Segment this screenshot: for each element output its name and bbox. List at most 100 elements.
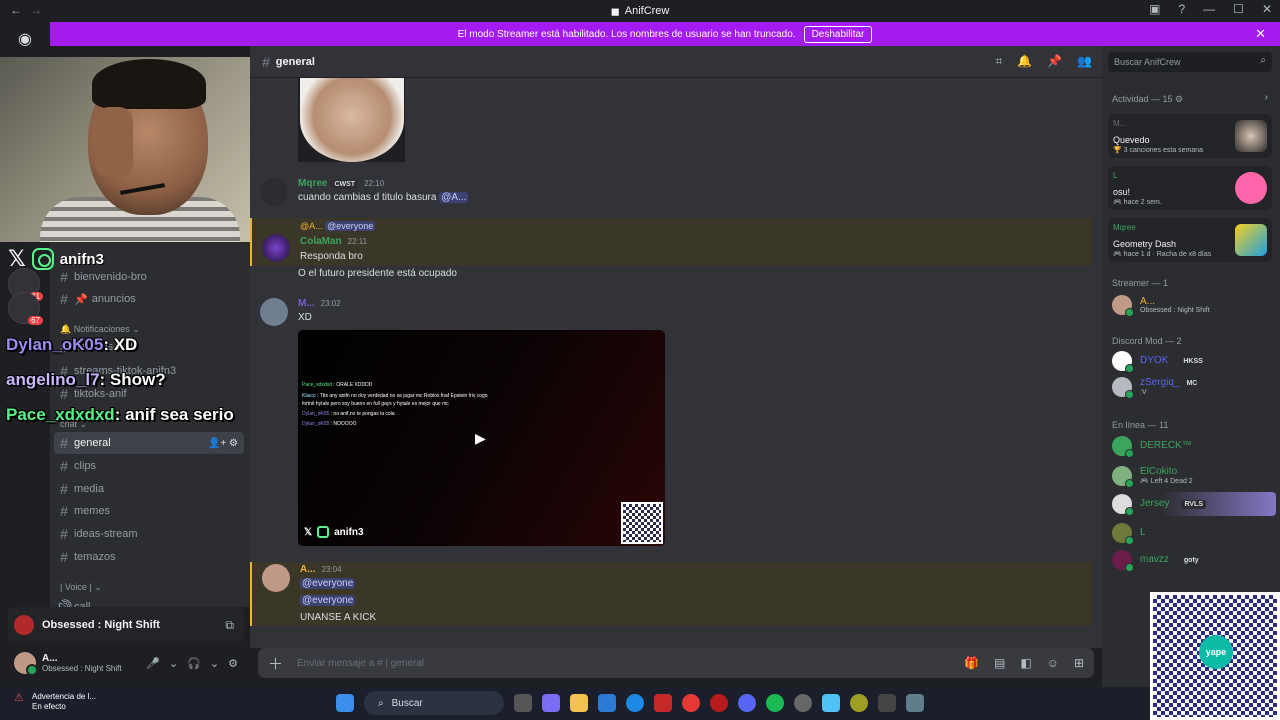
member-item[interactable]: mavzz goty [1112, 548, 1276, 572]
warning-widget[interactable]: Advertencia de l...En efecto [14, 692, 96, 712]
member-item[interactable]: zSergiq_ MC:V [1112, 375, 1276, 399]
activity-panel[interactable]: Obsessed : Night Shift ⧉ [8, 607, 244, 643]
qr-code: yape [1150, 592, 1280, 720]
window-title: ◼ AnifCrew [610, 5, 670, 18]
channel-temazos[interactable]: # temazos [54, 546, 244, 568]
folder-icon[interactable] [570, 694, 588, 712]
taskbar-search[interactable]: ⌕ Buscar [364, 691, 504, 715]
message-author[interactable]: A... 23:04 [300, 564, 342, 575]
chevron-down-icon[interactable]: ⌄ [210, 657, 219, 670]
apps-icon[interactable]: ⊞ [1074, 656, 1084, 670]
server-icon[interactable]: 67 [8, 292, 43, 325]
avatar[interactable] [262, 234, 290, 262]
section-header: En línea — 11 [1112, 420, 1169, 430]
message-text: cuando cambias d titulo basura @A... [298, 192, 469, 203]
message-composer: ＋ Enviar mensaje a # | general 🎁 ▤ ◧ ☺ ⊞ [258, 648, 1094, 678]
message-text: UNANSE A KICK [300, 612, 377, 623]
back-arrow-icon[interactable]: ← [10, 3, 22, 17]
gear-icon[interactable]: ⚙ [228, 657, 238, 670]
play-icon[interactable]: ▶ [475, 430, 486, 447]
forward-arrow-icon[interactable]: → [30, 3, 42, 17]
message-input[interactable]: Enviar mensaje a # | general [297, 658, 424, 669]
avatar[interactable] [14, 652, 38, 676]
chrome-icon[interactable] [682, 694, 700, 712]
discord-home-icon[interactable]: ◉ [9, 26, 41, 54]
hash-icon: # [60, 458, 68, 474]
app-icon[interactable] [878, 694, 896, 712]
channel-general[interactable]: # general 👤+ ⚙ [54, 432, 244, 454]
activity-header[interactable]: Actividad — 15 ⚙ [1112, 94, 1183, 105]
add-attachment-button[interactable]: ＋ [268, 653, 283, 674]
chevron-right-icon[interactable]: › [1265, 92, 1268, 103]
category-voice[interactable]: | Voice | ⌄ [60, 582, 102, 593]
headphones-icon[interactable]: 🎧 [187, 657, 201, 670]
member-item[interactable]: L [1112, 521, 1276, 545]
edge-icon[interactable] [626, 694, 644, 712]
app-icon[interactable] [850, 694, 868, 712]
store-icon[interactable] [598, 694, 616, 712]
geometry-dash-icon [1235, 224, 1267, 256]
activity-card[interactable]: M... Quevedo 🏆 3 canciones esta semana [1108, 114, 1272, 158]
reply-preview[interactable]: @A... @everyone [300, 221, 376, 231]
notepad-icon[interactable] [822, 694, 840, 712]
inbox-icon[interactable]: ▣ [1149, 2, 1160, 16]
avatar[interactable] [260, 298, 288, 326]
member-item[interactable]: A... Obsessed : Night Shift [1112, 293, 1276, 317]
member-item[interactable]: DYOK HKSS [1112, 349, 1276, 373]
maximize-button[interactable]: ☐ [1233, 2, 1244, 16]
channel-ideas-stream[interactable]: # ideas-stream [54, 523, 244, 545]
member-item[interactable]: ElCokito 🎮 Left 4 Dead 2 [1112, 464, 1276, 488]
gif-icon[interactable]: ▤ [994, 656, 1005, 670]
video-chat-line: Kiiaco : Ttts any anifn no doy verdedad … [302, 393, 488, 399]
windows-start-icon[interactable] [336, 694, 354, 712]
gift-icon[interactable]: 🎁 [964, 656, 979, 670]
emoji-icon[interactable]: ☺ [1047, 656, 1059, 670]
category-notificaciones[interactable]: 🔔 Notificaciones ⌄ [60, 324, 140, 335]
channel-call[interactable]: 🔊 call [54, 596, 244, 608]
task-view-icon[interactable] [514, 694, 532, 712]
spotify-icon[interactable] [766, 694, 784, 712]
help-icon[interactable]: ? [1178, 2, 1185, 16]
search-input[interactable]: Buscar AnifCrew ⌕ [1108, 52, 1272, 72]
section-header: Discord Mod — 2 [1112, 336, 1182, 346]
avatar [1112, 466, 1134, 488]
avatar [1112, 436, 1134, 458]
microphone-icon[interactable]: 🎤 [146, 657, 160, 670]
pin-icon[interactable]: 📌 [1047, 54, 1062, 69]
copilot-icon[interactable] [542, 694, 560, 712]
message-text: @everyone [300, 595, 356, 606]
member-item[interactable]: Jersey RVLS [1112, 492, 1276, 516]
obs-icon[interactable] [794, 694, 812, 712]
activity-card[interactable]: Mqree Geometry Dash 🎮 hace 1 d · Racha d… [1108, 218, 1272, 262]
app-icon[interactable] [710, 694, 728, 712]
message-author[interactable]: Mqree CWST 22:10 [298, 178, 384, 189]
video-embed[interactable]: Pace_xdxdxd : ORALE XDDDD Kiiaco : Ttts … [298, 330, 665, 546]
threads-icon[interactable]: ⌗ [995, 54, 1002, 69]
bell-icon[interactable]: 🔔 [1017, 54, 1032, 69]
app-icon[interactable] [654, 694, 672, 712]
discord-icon[interactable] [738, 694, 756, 712]
channel-settings-icons[interactable]: 👤+ ⚙ [208, 438, 238, 449]
embedded-image[interactable] [298, 78, 405, 162]
channel-anuncios[interactable]: # 📌 anuncios [54, 288, 244, 310]
settings-icon[interactable] [906, 694, 924, 712]
member-item[interactable]: DERECK™ [1112, 434, 1276, 458]
minimize-button[interactable]: — [1203, 2, 1215, 16]
section-header: Streamer — 1 [1112, 278, 1169, 288]
avatar[interactable] [262, 564, 290, 592]
message-author[interactable]: ColaMan 22:11 [300, 236, 367, 247]
taskbar: Advertencia de l...En efecto ⌕Buscar [0, 687, 1280, 720]
activity-card[interactable]: L osu! 🎮 hace 2 sem. [1108, 166, 1272, 210]
message-author[interactable]: M... 23:02 [298, 298, 341, 309]
chevron-down-icon[interactable]: ⌄ [169, 657, 178, 670]
channel-clips[interactable]: # clips [54, 455, 244, 477]
activity-icon[interactable]: ⧉ [225, 618, 234, 633]
channel-memes[interactable]: # memes [54, 500, 244, 522]
sticker-icon[interactable]: ◧ [1020, 656, 1031, 670]
channel-media[interactable]: # media [54, 478, 244, 500]
members-icon[interactable]: 👥 [1077, 54, 1092, 69]
close-window-button[interactable]: ✕ [1262, 2, 1272, 16]
close-banner-icon[interactable]: ✕ [1255, 26, 1266, 42]
disable-streamer-button[interactable]: Deshabilitar [803, 25, 873, 43]
avatar[interactable] [260, 178, 288, 206]
